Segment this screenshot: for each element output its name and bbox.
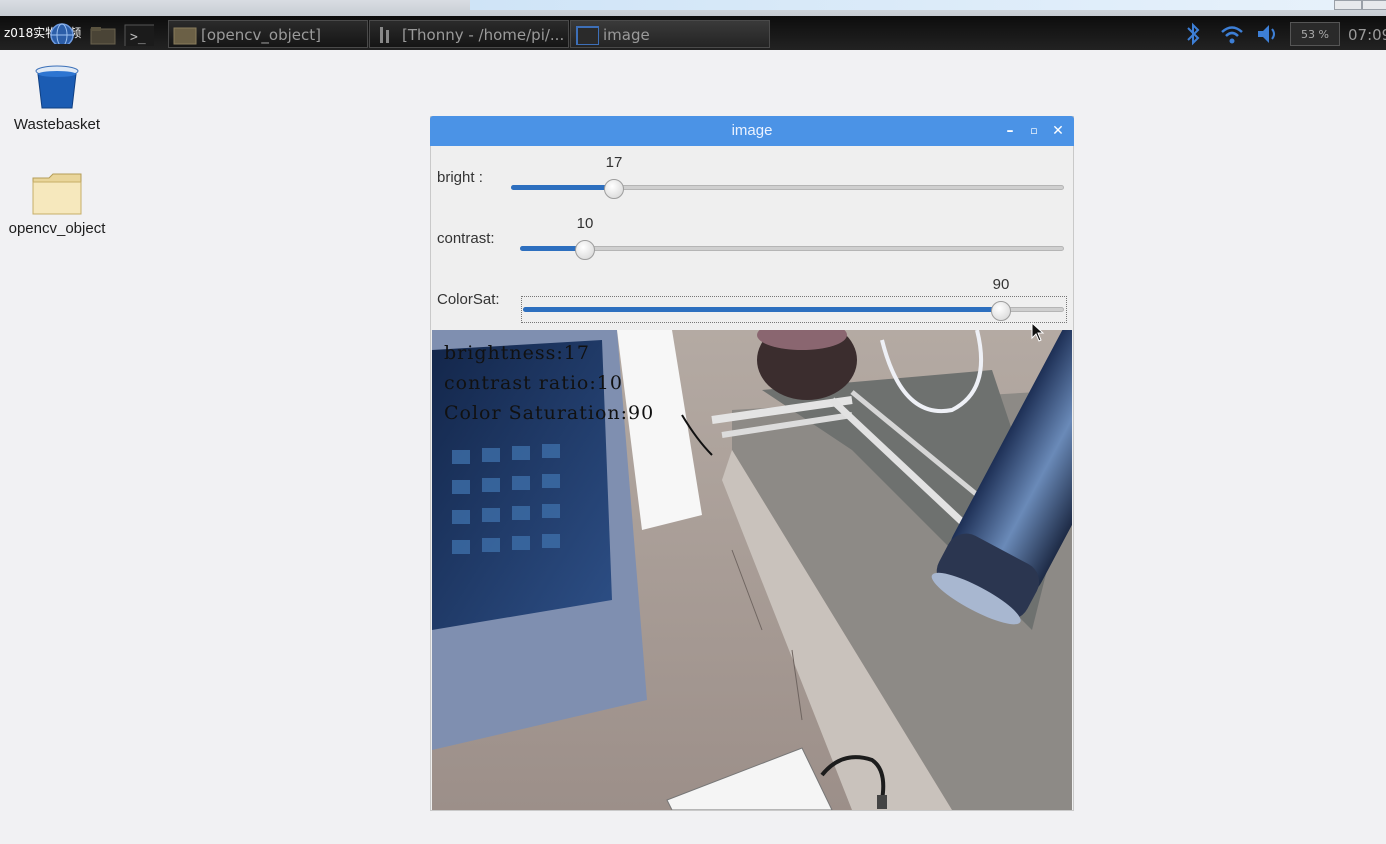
wifi-icon[interactable]: [1218, 20, 1246, 48]
minimize-icon[interactable]: –: [1002, 123, 1018, 139]
svg-text:>_: >_: [130, 30, 146, 45]
trash-icon: [35, 65, 79, 109]
close-icon[interactable]: ✕: [1050, 123, 1066, 139]
camera-frame: brightness:17 contrast ratio:10 Color Sa…: [432, 330, 1072, 810]
trackbar-value: 10: [576, 215, 594, 232]
trackbar-value: 17: [605, 154, 623, 171]
trackbar-handle[interactable]: [575, 240, 595, 260]
overlay-contrast: contrast ratio:10: [444, 372, 623, 394]
bluetooth-icon[interactable]: [1182, 20, 1204, 48]
clock: 07:09: [1348, 26, 1386, 44]
trackbar-groove[interactable]: [520, 246, 1064, 251]
trackbar-label: ColorSat:: [437, 291, 500, 308]
globe-icon[interactable]: [44, 22, 74, 44]
image-window: image – ▫ ✕ bright : 17 contrast: 10 Col…: [430, 116, 1074, 811]
host-window-edge: [0, 0, 1386, 16]
folder-icon: [32, 173, 82, 215]
trackbar-handle[interactable]: [991, 301, 1011, 321]
terminal-icon[interactable]: >_: [124, 24, 154, 46]
trackbar-handle[interactable]: [604, 179, 624, 199]
trackbar-label: bright :: [437, 169, 483, 186]
trackbar-bright: bright : 17: [431, 147, 1073, 207]
volume-icon[interactable]: [1254, 20, 1282, 48]
trackbar-value: 90: [992, 276, 1010, 293]
overlay-saturation: Color Saturation:90: [444, 402, 655, 424]
trackbar-colorsat: ColorSat: 90: [431, 269, 1073, 329]
window-titlebar[interactable]: image – ▫ ✕: [430, 116, 1074, 146]
window-title: image: [731, 122, 773, 139]
task-opencv-object[interactable]: [opencv_object]: [168, 20, 368, 48]
window-icon: [576, 26, 599, 45]
folder-icon: [173, 27, 197, 45]
task-label: [Thonny - /home/pi/...: [402, 26, 565, 44]
maximize-icon[interactable]: ▫: [1026, 123, 1042, 139]
desktop-icon-label: opencv_object: [8, 220, 106, 237]
task-thonny[interactable]: [Thonny - /home/pi/...: [369, 20, 569, 48]
trackbar-fill: [511, 185, 614, 190]
task-image[interactable]: image: [570, 20, 770, 48]
trackbar-label: contrast:: [437, 230, 495, 247]
host-close-button[interactable]: [1362, 0, 1386, 10]
task-label: image: [603, 26, 650, 44]
file-manager-icon[interactable]: [88, 24, 118, 46]
overlay-brightness: brightness:17: [444, 342, 590, 364]
trackbar-fill: [523, 307, 1001, 312]
desktop-icon-wastebasket[interactable]: Wastebasket: [2, 62, 112, 133]
thonny-icon: [380, 27, 389, 43]
host-minimize-button[interactable]: [1334, 0, 1362, 10]
desktop-icon-label: Wastebasket: [13, 116, 101, 133]
battery-indicator: 53 %: [1290, 22, 1340, 46]
mouse-cursor-icon: [1031, 322, 1045, 342]
host-title-glow: [470, 0, 1386, 10]
trackbar-contrast: contrast: 10: [431, 208, 1073, 268]
taskbar: z018实物视频 >_ [opencv_object] [Thonny - /h…: [0, 16, 1386, 50]
desktop-icon-opencv-object[interactable]: opencv_object: [2, 170, 112, 237]
task-label: [opencv_object]: [201, 26, 321, 44]
